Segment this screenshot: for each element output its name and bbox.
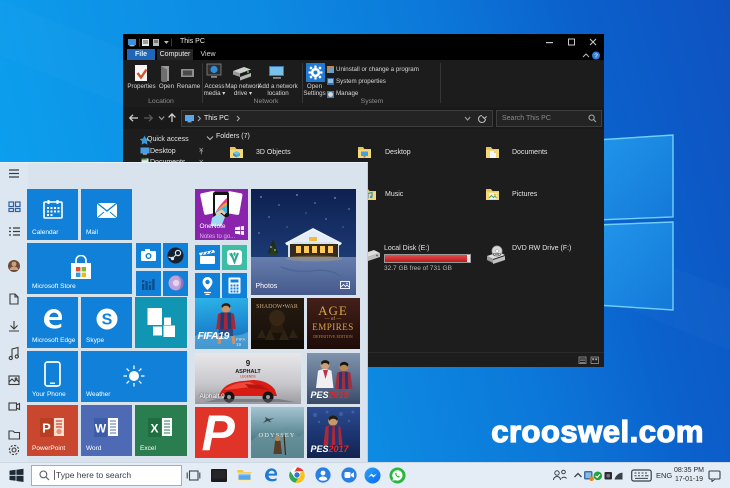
svg-text:SHADOW•WAR: SHADOW•WAR [256,304,298,310]
svg-text:X: X [150,422,158,436]
svg-text:?: ? [594,53,598,60]
svg-text:9: 9 [245,359,250,368]
svg-text:S: S [102,312,113,329]
svg-text:DVD: DVD [493,253,501,257]
svg-text:W: W [95,422,107,436]
svg-text:P: P [42,421,51,436]
svg-text:LEGENDS: LEGENDS [240,374,255,378]
